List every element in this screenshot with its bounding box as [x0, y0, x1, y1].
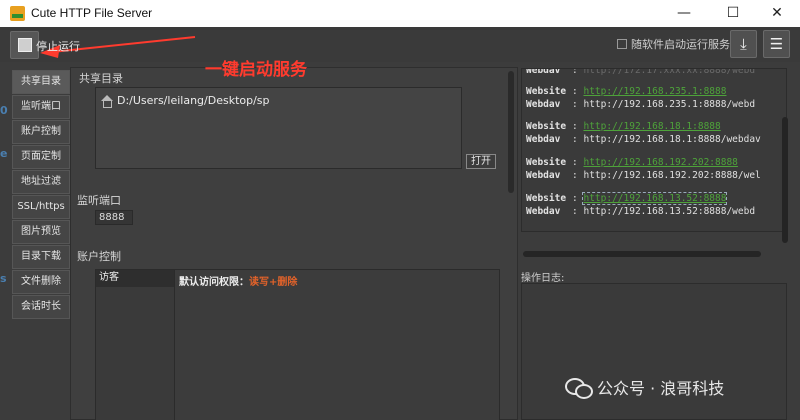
link-row: Website: http://192.168.235.1:8888: [526, 86, 727, 97]
link-key: Webdav: [526, 206, 561, 217]
log-panel[interactable]: [521, 283, 787, 420]
download-button[interactable]: ⤓: [730, 30, 757, 58]
sidebar-item-listen-port[interactable]: 监听端口: [12, 95, 70, 119]
link-key: Website: [526, 121, 567, 132]
link-url[interactable]: http://192.168.192.202:8888: [583, 157, 737, 168]
sidebar-item-page-custom[interactable]: 页面定制: [12, 145, 70, 169]
autostart-label: 随软件启动运行服务: [631, 38, 730, 51]
sidebar-item-session-duration[interactable]: 会话时长: [12, 295, 70, 319]
link-key: Website: [526, 193, 567, 204]
account-control-title: 账户控制: [77, 250, 121, 263]
link-url[interactable]: http://192.168.13.52:8888: [582, 192, 728, 205]
permission-panel: 默认访问权限：读写+删除: [175, 269, 500, 420]
wechat-icon: [565, 376, 593, 399]
server-links-panel: Webdav: http://172.17.xxx.xx:8888/webd W…: [521, 68, 787, 232]
app-logo-icon: [10, 6, 25, 21]
settings-scrollbar[interactable]: [508, 71, 514, 193]
window-title: Cute HTTP File Server: [31, 6, 153, 20]
menu-button[interactable]: ☰: [763, 30, 790, 58]
link-row: Webdav: http://192.168.192.202:8888/wel: [526, 170, 761, 181]
settings-sidebar: 共享目录 监听端口 账户控制 页面定制 地址过滤 SSL/https 图片预览 …: [12, 70, 70, 320]
shared-dir-title: 共享目录: [79, 72, 123, 85]
sidebar-item-account-control[interactable]: 账户控制: [12, 120, 70, 144]
link-row: Website: http://192.168.13.52:8888: [526, 192, 728, 205]
sidebar-item-address-filter[interactable]: 地址过滤: [12, 170, 70, 194]
link-key: Webdav: [526, 99, 561, 110]
link-row: Website: http://192.168.18.1:8888: [526, 121, 721, 132]
links-horizontal-scrollbar[interactable]: [523, 251, 761, 257]
link-url[interactable]: http://192.168.235.1:8888: [583, 86, 726, 97]
watermark: 公众号 · 浪哥科技: [565, 375, 724, 399]
link-row: Webdav: http://192.168.235.1:8888/webd: [526, 99, 756, 110]
link-row: Website: http://192.168.192.202:8888: [526, 157, 738, 168]
toolbar: 随软件启动运行服务 ⤓ ☰: [0, 27, 800, 62]
link-url[interactable]: http://192.168.18.1:8888: [583, 121, 720, 132]
link-key: Webdav: [526, 68, 561, 76]
shared-dir-list[interactable]: D:/Users/leilang/Desktop/sp: [95, 87, 462, 169]
background-glyph: 0: [0, 104, 8, 117]
link-key: Website: [526, 157, 567, 168]
autostart-option[interactable]: 随软件启动运行服务: [617, 36, 730, 52]
account-item-guest[interactable]: 访客: [96, 270, 174, 287]
background-glyph: s: [0, 272, 7, 285]
link-row: Webdav: http://192.168.13.52:8888/webd: [526, 206, 756, 217]
annotation-text: 一键启动服务: [205, 60, 307, 80]
hamburger-icon: ☰: [769, 35, 784, 53]
permission-value[interactable]: 读写+删除: [249, 277, 297, 288]
stop-icon: [18, 38, 32, 52]
permission-label: 默认访问权限：: [179, 277, 249, 288]
log-title: 操作日志:: [521, 273, 565, 284]
sidebar-item-dir-download[interactable]: 目录下载: [12, 245, 70, 269]
maximize-button[interactable]: ☐: [710, 0, 756, 27]
stop-server-button[interactable]: [10, 31, 39, 59]
link-url[interactable]: http://192.168.192.202:8888/wel: [583, 170, 760, 181]
open-folder-button[interactable]: 打开: [466, 154, 496, 169]
sidebar-item-file-delete[interactable]: 文件删除: [12, 270, 70, 294]
link-key: Webdav: [526, 170, 561, 181]
link-key: Webdav: [526, 134, 561, 145]
links-vertical-scrollbar[interactable]: [782, 117, 788, 243]
link-url[interactable]: http://192.168.18.1:8888/webdav: [583, 134, 760, 145]
link-row: Webdav: http://192.168.18.1:8888/webdav: [526, 134, 761, 145]
account-list[interactable]: 访客: [95, 269, 175, 420]
link-url[interactable]: http://192.168.13.52:8888/webd: [583, 206, 755, 217]
port-input[interactable]: 8888: [95, 210, 133, 225]
link-url[interactable]: http://172.17.xxx.xx:8888/webd: [583, 69, 755, 76]
close-button[interactable]: ✕: [754, 0, 800, 27]
listen-port-title: 监听端口: [77, 194, 121, 207]
settings-panel: 共享目录 D:/Users/leilang/Desktop/sp 打开 监听端口…: [70, 67, 518, 420]
sidebar-item-ssl[interactable]: SSL/https: [12, 195, 70, 219]
minimize-button[interactable]: —: [661, 0, 707, 27]
autostart-checkbox[interactable]: [617, 39, 627, 49]
download-icon: ⤓: [740, 35, 747, 53]
link-url[interactable]: http://192.168.235.1:8888/webd: [583, 99, 755, 110]
sidebar-item-shared-dir[interactable]: 共享目录: [12, 70, 70, 94]
app-body: 随软件启动运行服务 ⤓ ☰ 共享目录 监听端口 账户控制 页面定制 地址过滤 S…: [0, 27, 800, 420]
default-permission: 默认访问权限：读写+删除: [179, 273, 297, 288]
sidebar-item-image-preview[interactable]: 图片预览: [12, 220, 70, 244]
watermark-text: 公众号 · 浪哥科技: [597, 379, 725, 398]
shared-dir-item[interactable]: D:/Users/leilang/Desktop/sp: [100, 94, 270, 108]
stop-tooltip: 停止运行: [36, 40, 80, 53]
link-row: Webdav: http://172.17.xxx.xx:8888/webd: [526, 68, 755, 76]
shared-dir-path: D:/Users/leilang/Desktop/sp: [117, 94, 270, 107]
home-icon: [100, 94, 113, 108]
background-glyph: e: [0, 147, 8, 160]
window-titlebar: Cute HTTP File Server — ☐ ✕: [0, 0, 800, 27]
link-key: Website: [526, 86, 567, 97]
